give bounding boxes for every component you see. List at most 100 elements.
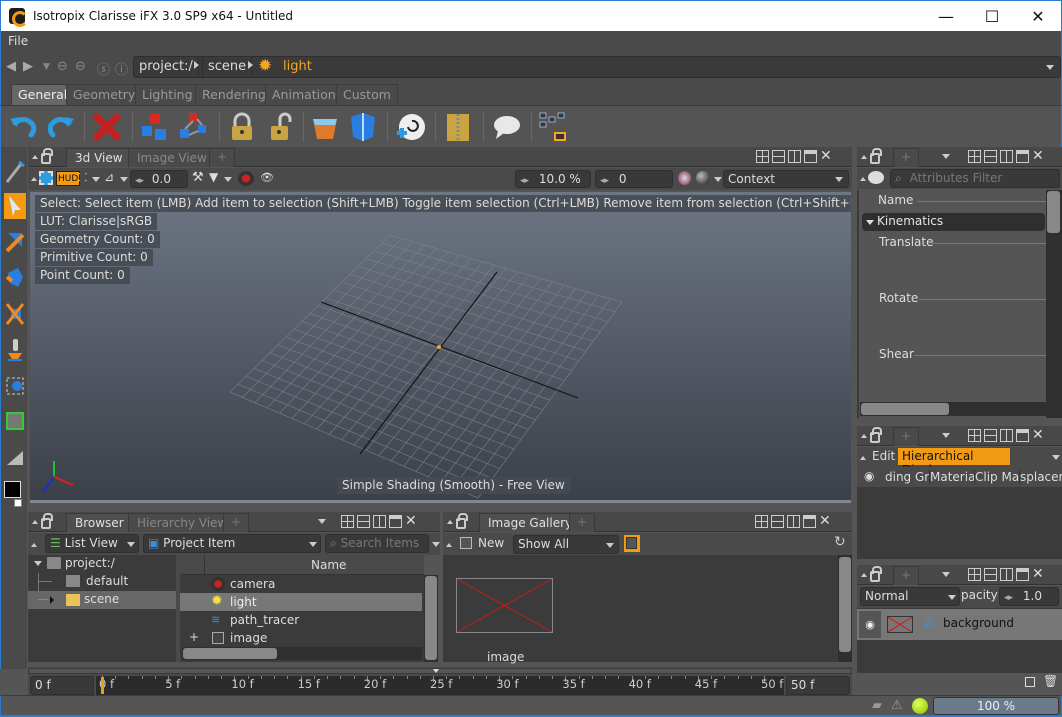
column-name[interactable]: Name [311, 558, 346, 572]
camera-icon[interactable] [238, 171, 254, 186]
camera-tool-icon[interactable] [4, 373, 26, 399]
close-panel-icon[interactable]: ✕ [1032, 428, 1044, 442]
breadcrumb-scene[interactable]: scene [202, 56, 253, 78]
layer-row[interactable]: ◉ ⁂ background [857, 609, 1062, 640]
filter-icon[interactable]: ▼ [209, 170, 218, 184]
hierarchical-display-toggle[interactable]: Hierarchical Display [898, 448, 1010, 477]
add-tab-button[interactable]: + [893, 427, 920, 446]
collapse-arrow-icon[interactable] [860, 456, 866, 460]
list-view-dropdown[interactable]: ☰ List View [45, 534, 139, 553]
maximize-panel-icon[interactable] [804, 150, 817, 163]
breadcrumb-project[interactable]: project:/ [133, 56, 199, 78]
maximize-panel-icon[interactable] [1016, 150, 1029, 163]
snapshot-icon[interactable]: ⓢ [97, 59, 110, 78]
frame-selection-icon[interactable] [39, 171, 53, 185]
tab-general[interactable]: General [11, 84, 75, 105]
add-tab-button[interactable]: + [569, 513, 596, 532]
status-ok-icon[interactable] [912, 698, 928, 714]
timeline-ruler[interactable]: 0 f5 f 10 f 15 f 20 f 25 f 30 f 35 f 40 f 45 f 50… [96, 676, 784, 695]
path-dropdown-icon[interactable] [1046, 65, 1054, 70]
scrollbar-thumb[interactable] [839, 557, 851, 652]
collapsed-arrow-icon[interactable] [50, 596, 54, 604]
column-clip-map[interactable]: Clip Map [975, 470, 1020, 484]
scrollbar-thumb[interactable] [425, 576, 437, 660]
collapse-arrow-icon[interactable] [31, 543, 37, 547]
breadcrumb-light[interactable]: light [283, 59, 312, 74]
panel-dropdown-icon[interactable] [942, 572, 950, 577]
new-layer-icon[interactable] [1025, 677, 1035, 687]
tab-3d-view[interactable]: 3d View [66, 148, 132, 167]
panel-dropdown-icon[interactable] [942, 154, 950, 159]
add-tab-button[interactable]: + [893, 566, 920, 585]
node-graph-icon[interactable] [538, 111, 570, 143]
tab-image-gallery[interactable]: Image Gallery [479, 513, 582, 532]
lock-icon[interactable] [870, 427, 882, 443]
tab-custom[interactable]: Custom [336, 84, 398, 105]
redo-icon[interactable] [45, 111, 77, 143]
close-panel-icon[interactable]: ✕ [405, 514, 417, 528]
layout-grid-icon[interactable] [341, 515, 354, 528]
tab-lighting[interactable]: Lighting [135, 84, 200, 105]
scrollbar-thumb[interactable] [1047, 191, 1060, 233]
expand-plus-icon[interactable]: + [189, 630, 199, 644]
layer-visibility-icon[interactable]: ◉ [859, 611, 881, 638]
gallery-thumbnail[interactable] [456, 578, 553, 635]
maximize-button[interactable]: ☐ [969, 1, 1015, 32]
layout-grid-icon[interactable] [968, 150, 981, 163]
attributes-filter-input[interactable]: ⌕ Attributes Filter [890, 169, 1060, 188]
refresh-icon[interactable]: ↻ [834, 534, 846, 550]
tree-item-project[interactable]: project:/ [28, 555, 176, 573]
minimize-button[interactable]: — [923, 1, 969, 32]
viewport-3d[interactable]: Select: Select item (LMB) Add item to se… [30, 192, 851, 503]
show-filter-dropdown[interactable]: Show All [513, 535, 619, 554]
maximize-panel-icon[interactable] [389, 515, 402, 528]
collapse-arrow-icon[interactable] [861, 434, 867, 438]
scrollbar-thumb[interactable] [183, 648, 277, 659]
foreground-color-swatch[interactable] [4, 481, 21, 498]
panel-dropdown-icon[interactable] [942, 433, 950, 438]
search-dropdown-icon[interactable] [432, 542, 440, 547]
frame-field[interactable]: ◂▸ 0 [595, 170, 673, 188]
context-dropdown[interactable]: Context [723, 170, 849, 188]
vertical-scrollbar[interactable] [1046, 190, 1062, 418]
value-field[interactable]: ◂▸ 0.0 [130, 170, 188, 188]
texture-tool-icon[interactable] [4, 409, 26, 435]
horizontal-scrollbar[interactable] [182, 647, 422, 660]
chevron-down-icon[interactable] [1052, 455, 1060, 460]
list-item[interactable]: ✹ light [180, 593, 422, 611]
column-shading-group[interactable]: ding Grc [885, 470, 930, 484]
tab-rendering[interactable]: Rendering [195, 84, 273, 105]
thumbnail-view-toggle[interactable] [624, 535, 640, 552]
group-kinematics[interactable]: Kinematics [862, 213, 1045, 231]
visibility-eye-icon[interactable]: 👁 [260, 171, 274, 184]
lock-icon[interactable] [226, 111, 258, 143]
panel-dropdown-icon[interactable] [318, 519, 326, 524]
end-frame-field[interactable]: 50 f [786, 676, 850, 695]
search-items-input[interactable]: ⌕ Search Items [325, 534, 429, 553]
comment-icon[interactable] [868, 171, 884, 184]
scrollbar-thumb[interactable] [861, 403, 949, 415]
layout-grid-icon[interactable] [968, 429, 981, 442]
shading-dropdown-icon[interactable] [120, 177, 128, 182]
collapse-arrow-icon[interactable] [447, 520, 453, 524]
split-vertical-icon[interactable] [788, 150, 801, 163]
select-tool[interactable] [4, 193, 26, 219]
import-icon[interactable] [394, 111, 426, 143]
layout-grid-icon[interactable] [968, 568, 981, 581]
maximize-panel-icon[interactable] [1016, 429, 1029, 442]
tab-geometry[interactable]: Geometry [66, 84, 143, 105]
lock-icon[interactable] [41, 513, 53, 529]
tree-item-default[interactable]: default [28, 573, 176, 599]
grid-display-icon[interactable]: ⸬ [78, 170, 87, 185]
add-tab-button[interactable]: + [223, 513, 250, 532]
vertical-scrollbar[interactable] [838, 555, 852, 662]
close-panel-icon[interactable]: ✕ [819, 514, 831, 528]
hud-toggle-button[interactable]: HUD [56, 171, 81, 186]
unlock-icon[interactable] [264, 111, 296, 143]
new-context-icon[interactable] [309, 111, 341, 143]
filter-dropdown-icon[interactable] [224, 177, 232, 182]
split-vertical-icon[interactable] [1000, 568, 1013, 581]
lock-icon[interactable] [456, 513, 468, 529]
collapse-arrow-icon[interactable] [32, 155, 38, 159]
split-horizontal-icon[interactable] [357, 515, 370, 528]
